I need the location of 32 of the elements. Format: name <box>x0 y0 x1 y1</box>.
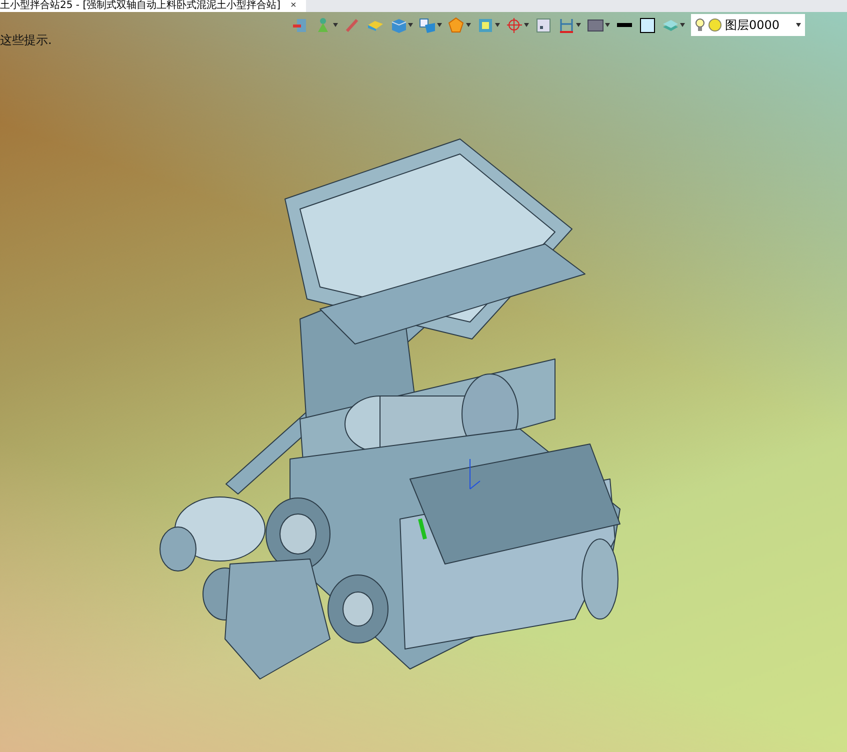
box-icon <box>367 19 384 31</box>
caret-icon <box>495 23 500 27</box>
toolbar-button[interactable] <box>390 16 413 34</box>
polygon-icon <box>448 16 465 34</box>
toolbar-button[interactable] <box>616 22 633 28</box>
axis-icon <box>506 16 523 34</box>
caret-icon <box>408 23 413 27</box>
toolbar-button[interactable] <box>477 16 500 34</box>
color-swatch-icon <box>639 16 656 34</box>
caret-icon <box>466 23 471 27</box>
layer-dropdown[interactable]: 图层0000 <box>691 14 805 36</box>
caret-icon <box>576 23 581 27</box>
document-tab[interactable]: 土小型拌合站25 - [强制式双轴自动上料卧式混泥土小型拌合站] × <box>0 0 306 12</box>
tab-title: 土小型拌合站25 - [强制式双轴自动上料卧式混泥土小型拌合站] <box>0 0 280 12</box>
circle-icon <box>708 18 722 32</box>
caret-icon <box>605 23 610 27</box>
toolbar-button[interactable] <box>419 16 442 34</box>
screen-icon <box>535 16 552 34</box>
close-button[interactable]: × <box>290 1 296 11</box>
cube-icon <box>390 16 407 34</box>
brush-icon <box>344 16 361 34</box>
dimension-icon <box>558 16 575 34</box>
caret-icon <box>437 23 442 27</box>
caret-icon <box>333 23 338 27</box>
hint-text: 这些提示. <box>0 32 52 49</box>
toolbar-button[interactable] <box>639 16 656 34</box>
monitor-icon <box>587 16 604 34</box>
caret-icon <box>796 23 801 27</box>
caret-icon <box>680 23 685 27</box>
frame-icon <box>477 16 494 34</box>
line-weight-icon <box>616 22 633 28</box>
caret-icon <box>524 23 529 27</box>
